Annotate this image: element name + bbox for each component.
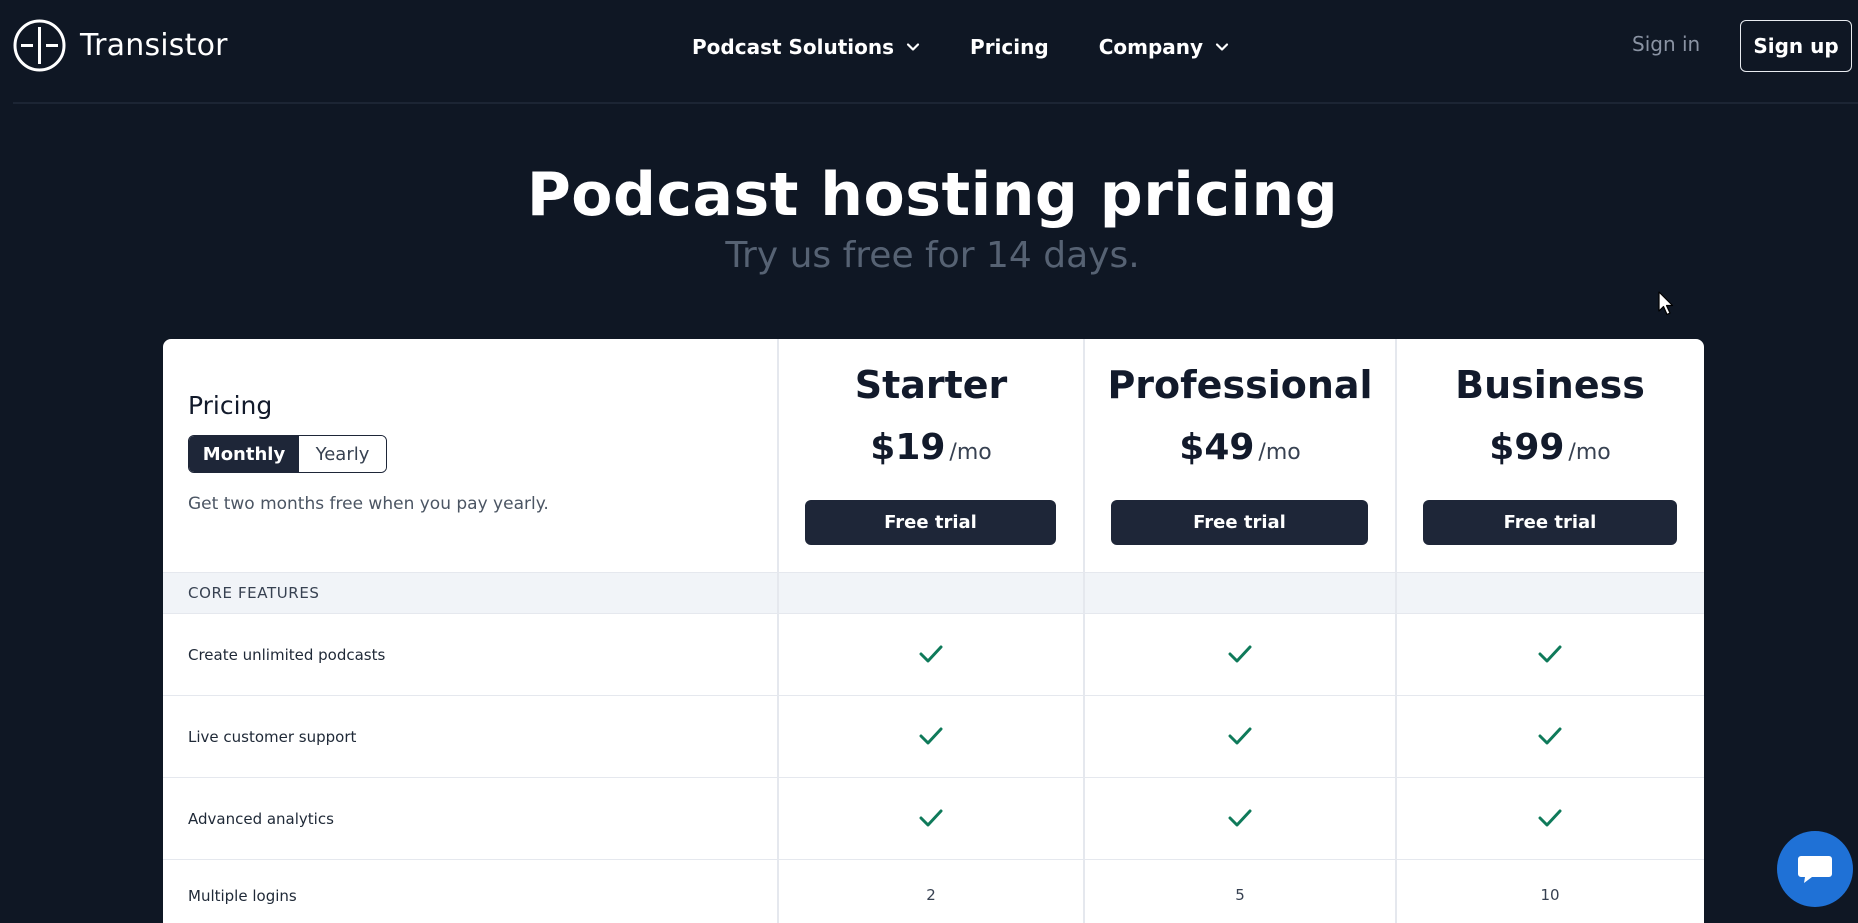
price-period: /mo: [1258, 440, 1301, 465]
site-header: Transistor Podcast Solutions Pricing Com…: [0, 0, 1858, 104]
price-period: /mo: [1568, 440, 1611, 465]
check-icon: [1228, 645, 1252, 663]
feature-value: 2: [926, 886, 936, 904]
feature-label: Create unlimited podcasts: [188, 646, 386, 664]
price-period: /mo: [949, 440, 992, 465]
main-nav: Podcast Solutions Pricing Company: [692, 32, 1229, 62]
column-divider: [1395, 339, 1397, 923]
feature-cell: 10: [1396, 860, 1704, 923]
transistor-logo-icon: [13, 19, 66, 72]
brand-logo-link[interactable]: Transistor: [13, 19, 228, 72]
check-icon: [1228, 809, 1252, 827]
header-divider: [13, 102, 1858, 104]
feature-cell: [778, 696, 1084, 776]
toggle-monthly-option[interactable]: Monthly: [189, 436, 299, 472]
feature-value: 10: [1540, 886, 1560, 904]
feature-label: Multiple logins: [188, 887, 297, 905]
page-title: Podcast hosting pricing: [526, 160, 1339, 230]
section-label: CORE FEATURES: [188, 584, 320, 602]
sign-in-link[interactable]: Sign in: [1632, 32, 1700, 56]
chevron-down-icon: [1215, 43, 1229, 51]
price-amount: $99: [1489, 427, 1565, 468]
check-icon: [1538, 727, 1562, 745]
feature-cell: [778, 778, 1084, 858]
page: Transistor Podcast Solutions Pricing Com…: [0, 0, 1858, 923]
plan-price: $49/mo: [1084, 427, 1396, 468]
check-icon: [1538, 809, 1562, 827]
chat-bubble-icon: [1798, 856, 1832, 883]
pricing-heading: Pricing: [188, 391, 273, 420]
section-header-core-features: CORE FEATURES: [163, 572, 1704, 614]
column-divider: [777, 339, 779, 923]
nav-podcast-solutions-label: Podcast Solutions: [692, 35, 895, 59]
toggle-yearly-option[interactable]: Yearly: [299, 436, 386, 472]
nav-company[interactable]: Company: [1099, 35, 1229, 59]
feature-row: Live customer support: [163, 696, 1704, 778]
plan-name: Professional: [1107, 363, 1373, 407]
feature-row: Multiple logins 2 5 10: [163, 860, 1704, 923]
check-icon: [919, 645, 943, 663]
feature-cell: [1084, 778, 1396, 858]
feature-cell: [1084, 696, 1396, 776]
feature-cell: [778, 614, 1084, 694]
nav-company-label: Company: [1098, 35, 1204, 59]
plan-name: Starter: [854, 363, 1008, 407]
nav-pricing[interactable]: Pricing: [970, 35, 1049, 59]
nav-podcast-solutions[interactable]: Podcast Solutions: [692, 35, 920, 59]
price-amount: $49: [1179, 427, 1255, 468]
plan-starter: Starter $19/mo Free trial: [778, 339, 1084, 572]
check-icon: [1228, 727, 1252, 745]
feature-cell: 2: [778, 860, 1084, 923]
feature-value: 5: [1235, 886, 1245, 904]
billing-toggle: Monthly Yearly: [188, 435, 387, 473]
free-trial-button-business[interactable]: Free trial: [1423, 500, 1677, 545]
feature-cell: [1084, 614, 1396, 694]
chat-launcher-button[interactable]: [1777, 831, 1853, 907]
sign-up-button[interactable]: Sign up: [1740, 20, 1852, 72]
page-subtitle: Try us free for 14 days.: [725, 235, 1140, 276]
feature-cell: [1396, 614, 1704, 694]
feature-cell: [1396, 696, 1704, 776]
free-trial-button-starter[interactable]: Free trial: [805, 500, 1056, 545]
feature-label: Advanced analytics: [188, 810, 334, 828]
feature-label: Live customer support: [188, 728, 357, 746]
feature-cell: 5: [1084, 860, 1396, 923]
check-icon: [919, 809, 943, 827]
plan-professional: Professional $49/mo Free trial: [1084, 339, 1396, 572]
column-divider: [1083, 339, 1085, 923]
check-icon: [919, 727, 943, 745]
nav-pricing-label: Pricing: [970, 35, 1049, 59]
price-amount: $19: [870, 427, 946, 468]
check-icon: [1538, 645, 1562, 663]
plan-price: $99/mo: [1396, 427, 1704, 468]
plan-price: $19/mo: [778, 427, 1084, 468]
plan-business: Business $99/mo Free trial: [1396, 339, 1704, 572]
mouse-cursor-icon: [1658, 291, 1674, 316]
plan-name: Business: [1455, 363, 1645, 407]
chevron-down-icon: [906, 43, 920, 51]
pricing-table: Pricing Monthly Yearly Get two months fr…: [163, 339, 1704, 923]
feature-row: Advanced analytics: [163, 778, 1704, 860]
free-trial-button-professional[interactable]: Free trial: [1111, 500, 1368, 545]
yearly-discount-note: Get two months free when you pay yearly.: [188, 494, 549, 514]
brand-name: Transistor: [80, 28, 228, 63]
feature-row: Create unlimited podcasts: [163, 614, 1704, 696]
feature-cell: [1396, 778, 1704, 858]
